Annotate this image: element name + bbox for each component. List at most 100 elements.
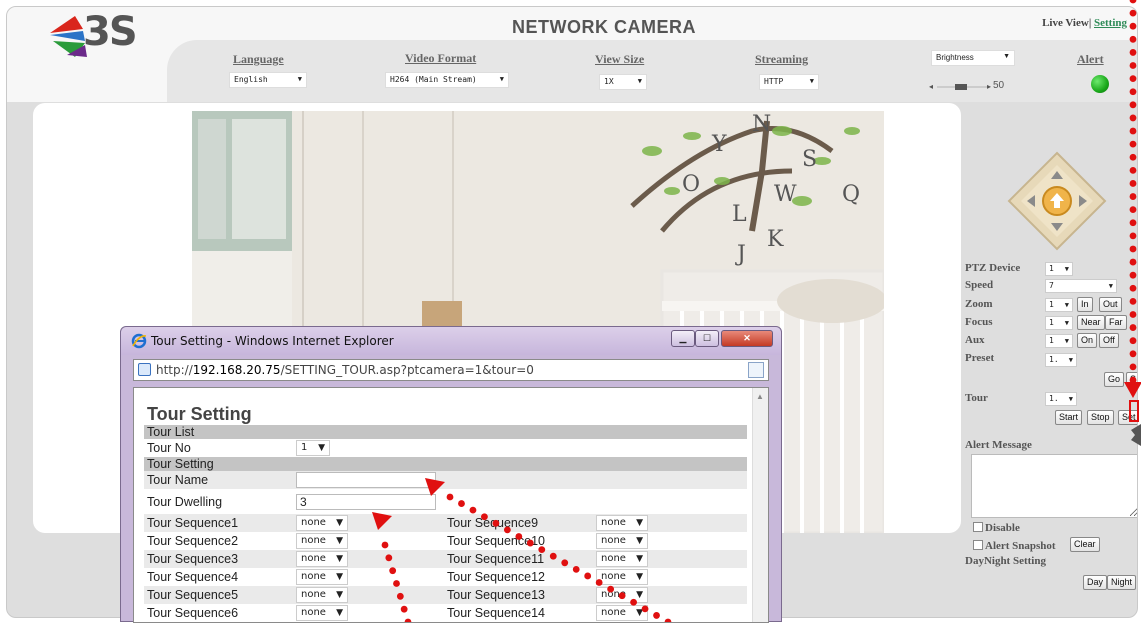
slider-right-arrow-icon[interactable]: ▸ xyxy=(987,82,991,91)
preset-set-button[interactable]: S xyxy=(1126,372,1137,387)
zoom-select[interactable]: 1 ▼ xyxy=(1045,298,1073,312)
scroll-up-arrow-icon[interactable]: ▲ xyxy=(756,392,764,401)
brightness-select[interactable]: Brightness ▼ xyxy=(931,50,1015,66)
tour-sequence-select[interactable]: none ▼ xyxy=(596,569,648,585)
svg-text:Y: Y xyxy=(711,132,727,157)
setting-link[interactable]: Setting xyxy=(1094,17,1127,29)
url-prefix: http:// xyxy=(156,363,193,377)
chevron-down-icon: ▼ xyxy=(336,608,343,618)
language-select[interactable]: English ▼ xyxy=(229,72,307,88)
tour-start-button[interactable]: Start xyxy=(1055,410,1083,425)
tour-select[interactable]: 1. ▼ xyxy=(1045,392,1077,406)
preset-label: Preset xyxy=(965,352,995,364)
night-button[interactable]: Night xyxy=(1107,575,1137,590)
disable-checkbox[interactable]: Disable xyxy=(973,522,1020,534)
tour-no-row: Tour No 1 ▼ xyxy=(144,439,747,457)
aux-on-button[interactable]: On xyxy=(1077,333,1098,348)
view-size-label: View Size xyxy=(595,52,645,66)
tour-setting-page: Tour Setting Tour List Tour No 1 ▼ Tour S… xyxy=(133,387,769,623)
alert-label: Alert xyxy=(1077,52,1104,66)
focus-far-button[interactable]: Far xyxy=(1105,315,1127,330)
tour-sequence-select[interactable]: none ▼ xyxy=(296,605,348,621)
alert-message-box[interactable] xyxy=(971,454,1137,518)
minimize-icon: ▁ xyxy=(679,333,687,343)
slider-left-arrow-icon[interactable]: ◂ xyxy=(929,82,933,91)
tour-sequence-select[interactable]: none ▼ xyxy=(296,515,348,531)
preset-go-button[interactable]: Go xyxy=(1104,372,1125,387)
tour-dwelling-input[interactable]: 3 xyxy=(296,494,436,510)
compatibility-view-icon[interactable] xyxy=(748,362,764,378)
chevron-down-icon: ▼ xyxy=(1003,53,1010,60)
tour-sequence-select[interactable]: none ▼ xyxy=(596,587,648,603)
tour-no-select[interactable]: 1 ▼ xyxy=(296,440,330,456)
tour-sequence-select[interactable]: none ▼ xyxy=(296,569,348,585)
tour-sequence-value: none xyxy=(301,517,326,528)
focus-select[interactable]: 1 ▼ xyxy=(1045,316,1073,330)
tour-name-input[interactable] xyxy=(296,472,436,488)
page-icon xyxy=(138,363,151,376)
checkbox-icon[interactable] xyxy=(973,522,983,532)
minimize-button[interactable]: ▁ xyxy=(671,330,695,347)
video-format-select[interactable]: H264 (Main Stream) ▼ xyxy=(385,72,509,88)
preset-select[interactable]: 1. ▼ xyxy=(1045,353,1077,367)
disable-label: Disable xyxy=(985,522,1020,534)
tour-sequence-value: none xyxy=(301,553,326,564)
aux-select[interactable]: 1 ▼ xyxy=(1045,334,1073,348)
chevron-down-icon: ▼ xyxy=(636,590,643,600)
checkbox-icon[interactable] xyxy=(973,540,983,550)
day-button[interactable]: Day xyxy=(1083,575,1108,590)
url-path: /SETTING_TOUR.asp?ptcamera=1&tour=0 xyxy=(280,363,534,377)
brand-name: 3S xyxy=(83,9,138,55)
maximize-button[interactable]: ☐ xyxy=(695,330,719,347)
daynight-title: DayNight Setting xyxy=(965,555,1046,567)
chevron-down-icon: ▼ xyxy=(1068,395,1073,403)
scrollbar[interactable]: ▲ xyxy=(752,388,768,622)
tour-sequence-select[interactable]: none ▼ xyxy=(296,533,348,549)
chevron-down-icon: ▼ xyxy=(336,572,343,582)
chevron-down-icon: ▼ xyxy=(297,75,302,83)
aux-off-button[interactable]: Off xyxy=(1099,333,1119,348)
annotation-dot xyxy=(1129,0,1137,4)
tour-sequence-select[interactable]: none ▼ xyxy=(596,551,648,567)
svg-text:W: W xyxy=(774,182,797,207)
address-bar[interactable]: http://192.168.20.75/SETTING_TOUR.asp?pt… xyxy=(133,359,769,381)
page-title: Tour Setting xyxy=(147,404,252,424)
speed-label: Speed xyxy=(965,279,994,291)
tour-sequence-select[interactable]: none ▼ xyxy=(296,551,348,567)
chevron-down-icon: ▼ xyxy=(637,77,642,85)
zoom-in-button[interactable]: In xyxy=(1077,297,1093,312)
tour-sequence-select[interactable]: none ▼ xyxy=(596,533,648,549)
ptz-direction-pad[interactable] xyxy=(1007,151,1107,251)
tour-sequence-label: Tour Sequence14 xyxy=(447,606,545,620)
tour-sequence-label: Tour Sequence5 xyxy=(147,588,239,602)
svg-text:L: L xyxy=(732,202,747,227)
streaming-select[interactable]: HTTP ▼ xyxy=(759,74,819,90)
close-icon: ✕ xyxy=(743,333,751,343)
tour-sequence-select[interactable]: none ▼ xyxy=(596,605,648,621)
view-size-select[interactable]: 1X ▼ xyxy=(599,74,647,90)
alert-snapshot-checkbox[interactable]: Alert Snapshot xyxy=(973,540,1056,552)
tour-sequence-label: Tour Sequence11 xyxy=(447,552,545,566)
window-titlebar[interactable]: Tour Setting - Windows Internet Explorer… xyxy=(121,327,781,355)
zoom-out-button[interactable]: Out xyxy=(1099,297,1122,312)
close-button[interactable]: ✕ xyxy=(721,330,773,347)
focus-near-button[interactable]: Near xyxy=(1077,315,1105,330)
tour-sequence-select[interactable]: none ▼ xyxy=(296,587,348,603)
tour-stop-button[interactable]: Stop xyxy=(1087,410,1114,425)
clear-button[interactable]: Clear xyxy=(1070,537,1100,552)
slider-knob[interactable] xyxy=(955,84,967,90)
speed-select[interactable]: 7 ▼ xyxy=(1045,279,1117,293)
live-view-link[interactable]: Live View xyxy=(1042,17,1089,29)
brightness-slider[interactable]: ◂ ▸ 50 xyxy=(929,80,1009,94)
ptz-device-select[interactable]: 1 ▼ xyxy=(1045,262,1073,276)
tour-sequence-label: Tour Sequence4 xyxy=(147,570,239,584)
tour-sequence-label: Tour Sequence13 xyxy=(447,588,545,602)
tour-sequence-select[interactable]: none ▼ xyxy=(596,515,648,531)
svg-text:O: O xyxy=(682,172,700,197)
chevron-down-icon: ▼ xyxy=(1064,337,1069,345)
highlight-frame xyxy=(1129,400,1139,422)
tour-dwelling-row: Tour Dwelling 3 xyxy=(144,493,747,511)
section-tour-list: Tour List xyxy=(144,425,747,439)
tour-no-value: 1 xyxy=(301,442,308,453)
preset-value: 1. xyxy=(1049,355,1059,364)
